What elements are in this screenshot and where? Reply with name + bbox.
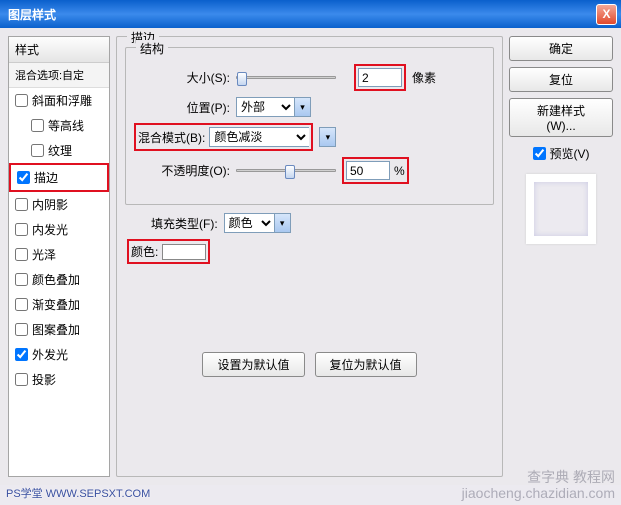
main-panel: 描边 结构 大小(S): 像素 位置(P): 外部▾ <box>116 36 503 477</box>
sidebar-checkbox[interactable] <box>15 273 28 286</box>
fill-label: 填充类型(F): <box>151 215 218 232</box>
position-label: 位置(P): <box>134 99 230 116</box>
title-bar: 图层样式 X <box>0 0 621 28</box>
sidebar-checkbox[interactable] <box>15 223 28 236</box>
close-icon: X <box>602 7 610 21</box>
blend-label: 混合模式(B): <box>138 129 205 146</box>
color-label: 颜色: <box>131 243 158 260</box>
size-slider[interactable] <box>236 76 336 79</box>
sidebar-item-label: 外发光 <box>32 346 68 363</box>
size-unit: 像素 <box>412 69 436 86</box>
size-label: 大小(S): <box>134 69 230 86</box>
sidebar-checkbox[interactable] <box>15 348 28 361</box>
sidebar-item-4[interactable]: 内阴影 <box>9 192 109 217</box>
sidebar-header[interactable]: 样式 <box>9 37 109 63</box>
sidebar-item-label: 渐变叠加 <box>32 296 80 313</box>
structure-title: 结构 <box>136 40 168 57</box>
fill-select[interactable]: 颜色▾ <box>224 213 291 233</box>
chevron-down-icon: ▾ <box>274 213 291 233</box>
position-select[interactable]: 外部▾ <box>236 97 311 117</box>
ok-button[interactable]: 确定 <box>509 36 613 61</box>
sidebar-blend-options[interactable]: 混合选项:自定 <box>9 63 109 88</box>
sidebar-checkbox[interactable] <box>15 298 28 311</box>
preview-box <box>526 174 596 244</box>
sidebar-item-label: 颜色叠加 <box>32 271 80 288</box>
sidebar-checkbox[interactable] <box>15 323 28 336</box>
sidebar-item-6[interactable]: 光泽 <box>9 242 109 267</box>
watermark-left: PS学堂 WWW.SEPSXT.COM <box>6 485 150 501</box>
sidebar-item-0[interactable]: 斜面和浮雕 <box>9 88 109 113</box>
sidebar-item-label: 等高线 <box>48 117 84 134</box>
sidebar-item-9[interactable]: 图案叠加 <box>9 317 109 342</box>
size-input[interactable] <box>358 68 402 87</box>
sidebar-item-label: 内阴影 <box>32 196 68 213</box>
sidebar-item-2[interactable]: 纹理 <box>9 138 109 163</box>
window-title: 图层样式 <box>8 6 56 23</box>
sidebar-item-label: 纹理 <box>48 142 72 159</box>
sidebar-item-label: 图案叠加 <box>32 321 80 338</box>
sidebar-item-label: 描边 <box>34 169 58 186</box>
sidebar-item-8[interactable]: 渐变叠加 <box>9 292 109 317</box>
sidebar-checkbox[interactable] <box>17 171 30 184</box>
sidebar-item-label: 光泽 <box>32 246 56 263</box>
sidebar-item-5[interactable]: 内发光 <box>9 217 109 242</box>
chevron-down-icon[interactable]: ▾ <box>319 127 336 147</box>
sidebar-item-label: 内发光 <box>32 221 68 238</box>
new-style-button[interactable]: 新建样式(W)... <box>509 98 613 137</box>
blend-select[interactable]: 颜色减淡 <box>209 127 309 147</box>
set-default-button[interactable]: 设置为默认值 <box>202 352 304 377</box>
sidebar-item-3[interactable]: 描边 <box>9 163 109 192</box>
right-column: 确定 复位 新建样式(W)... 预览(V) <box>509 36 613 477</box>
chevron-down-icon: ▾ <box>294 97 311 117</box>
reset-button[interactable]: 复位 <box>509 67 613 92</box>
sidebar-item-label: 斜面和浮雕 <box>32 92 92 109</box>
color-swatch[interactable] <box>162 244 206 260</box>
opacity-label: 不透明度(O): <box>134 162 230 179</box>
close-button[interactable]: X <box>596 4 617 25</box>
preview-label: 预览(V) <box>550 145 590 162</box>
styles-sidebar: 样式 混合选项:自定 斜面和浮雕等高线纹理描边内阴影内发光光泽颜色叠加渐变叠加图… <box>8 36 110 477</box>
sidebar-checkbox[interactable] <box>15 373 28 386</box>
sidebar-item-1[interactable]: 等高线 <box>9 113 109 138</box>
sidebar-checkbox[interactable] <box>15 198 28 211</box>
preview-checkbox[interactable] <box>533 147 546 160</box>
sidebar-checkbox[interactable] <box>31 119 44 132</box>
sidebar-item-11[interactable]: 投影 <box>9 367 109 392</box>
reset-default-button[interactable]: 复位为默认值 <box>315 352 417 377</box>
sidebar-checkbox[interactable] <box>15 94 28 107</box>
opacity-input[interactable] <box>346 161 390 180</box>
watermark-right: 查字典 教程网 jiaocheng.chazidian.com <box>462 470 615 501</box>
sidebar-checkbox[interactable] <box>31 144 44 157</box>
sidebar-item-label: 投影 <box>32 371 56 388</box>
opacity-slider[interactable] <box>236 169 336 172</box>
sidebar-checkbox[interactable] <box>15 248 28 261</box>
sidebar-item-7[interactable]: 颜色叠加 <box>9 267 109 292</box>
opacity-unit: % <box>394 164 405 178</box>
sidebar-item-10[interactable]: 外发光 <box>9 342 109 367</box>
